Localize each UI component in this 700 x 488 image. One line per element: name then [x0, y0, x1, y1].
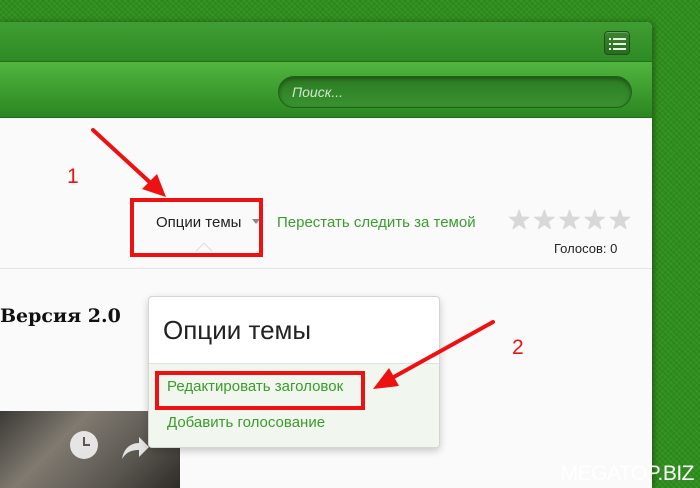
watermark: MEGATOP.BIZ — [560, 462, 695, 485]
arrow-2 — [373, 320, 495, 389]
arrow-1 — [91, 128, 166, 197]
annotation-arrows — [91, 128, 495, 389]
